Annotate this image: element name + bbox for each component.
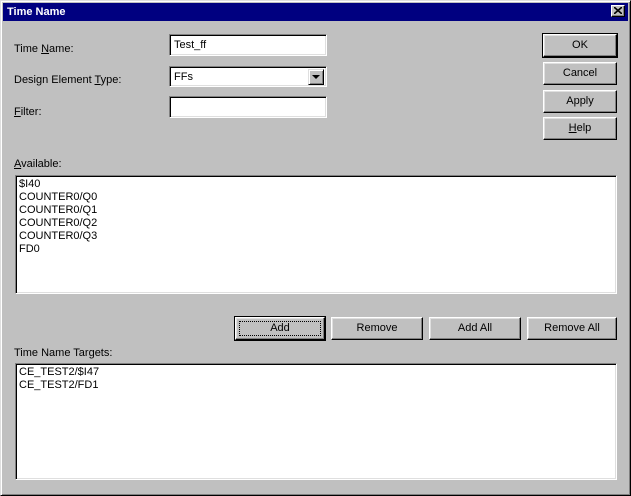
window-title: Time Name — [7, 6, 66, 18]
time-name-value: Test_ff — [174, 39, 207, 51]
available-list[interactable]: $I40 COUNTER0/Q0 COUNTER0/Q1 COUNTER0/Q2… — [15, 175, 617, 294]
apply-button[interactable]: Apply — [543, 90, 617, 113]
list-item[interactable]: CE_TEST2/$I47 — [19, 366, 99, 379]
ok-button-label: OK — [572, 39, 588, 51]
list-item[interactable]: CE_TEST2/FD1 — [19, 379, 99, 392]
add-button-label: Add — [270, 322, 290, 334]
cancel-button[interactable]: Cancel — [543, 62, 617, 85]
time-name-dialog: Time Name Time Name: Test_ff Design Elem… — [0, 0, 631, 496]
time-name-label: Time Name: — [14, 43, 74, 55]
close-icon — [614, 7, 622, 14]
close-button[interactable] — [611, 5, 625, 17]
design-element-type-value: FFs — [174, 71, 193, 83]
title-bar[interactable]: Time Name — [3, 3, 628, 21]
time-name-input[interactable]: Test_ff — [169, 34, 327, 56]
help-button-label: Help — [568, 122, 592, 134]
design-element-type-label: Design Element Type: — [14, 74, 122, 86]
list-item[interactable]: COUNTER0/Q1 — [19, 204, 97, 217]
cancel-button-label: Cancel — [562, 67, 598, 79]
remove-all-button[interactable]: Remove All — [527, 317, 617, 340]
list-item[interactable]: $I40 — [19, 178, 97, 191]
list-item[interactable]: COUNTER0/Q0 — [19, 191, 97, 204]
remove-button-label: Remove — [356, 322, 398, 334]
add-all-button[interactable]: Add All — [429, 317, 521, 340]
apply-button-label: Apply — [566, 95, 594, 107]
dropdown-button[interactable] — [308, 69, 324, 85]
time-name-targets-label: Time Name Targets: — [14, 347, 113, 359]
design-element-type-select[interactable]: FFs — [169, 66, 327, 87]
list-item[interactable]: COUNTER0/Q3 — [19, 230, 97, 243]
remove-all-button-label: Remove All — [544, 322, 600, 334]
filter-input[interactable] — [169, 96, 327, 118]
help-button[interactable]: Help — [543, 117, 617, 140]
ok-button[interactable]: OK — [542, 33, 618, 58]
available-label: Available: — [14, 158, 62, 170]
list-item[interactable]: COUNTER0/Q2 — [19, 217, 97, 230]
filter-label: Filter: — [14, 106, 42, 118]
time-name-targets-list[interactable]: CE_TEST2/$I47 CE_TEST2/FD1 — [15, 363, 617, 480]
remove-button[interactable]: Remove — [331, 317, 423, 340]
list-item[interactable]: FD0 — [19, 243, 97, 256]
chevron-down-icon — [312, 75, 320, 79]
add-all-button-label: Add All — [457, 322, 493, 334]
add-button[interactable]: Add — [234, 316, 326, 341]
